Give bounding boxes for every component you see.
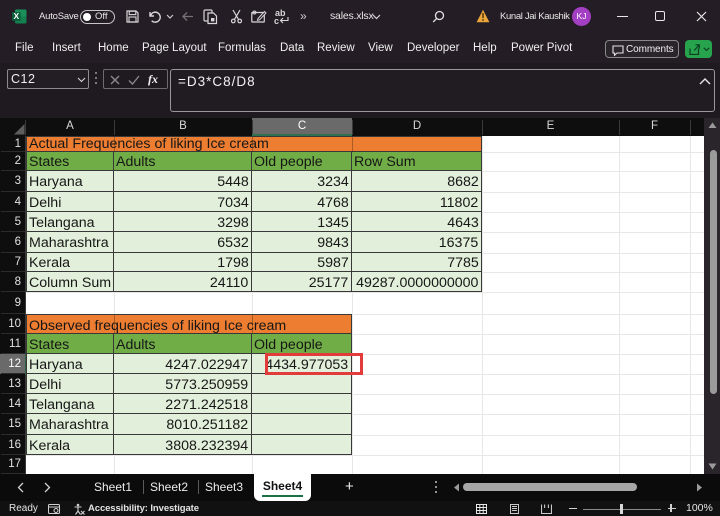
svg-text:X: X (13, 11, 19, 21)
